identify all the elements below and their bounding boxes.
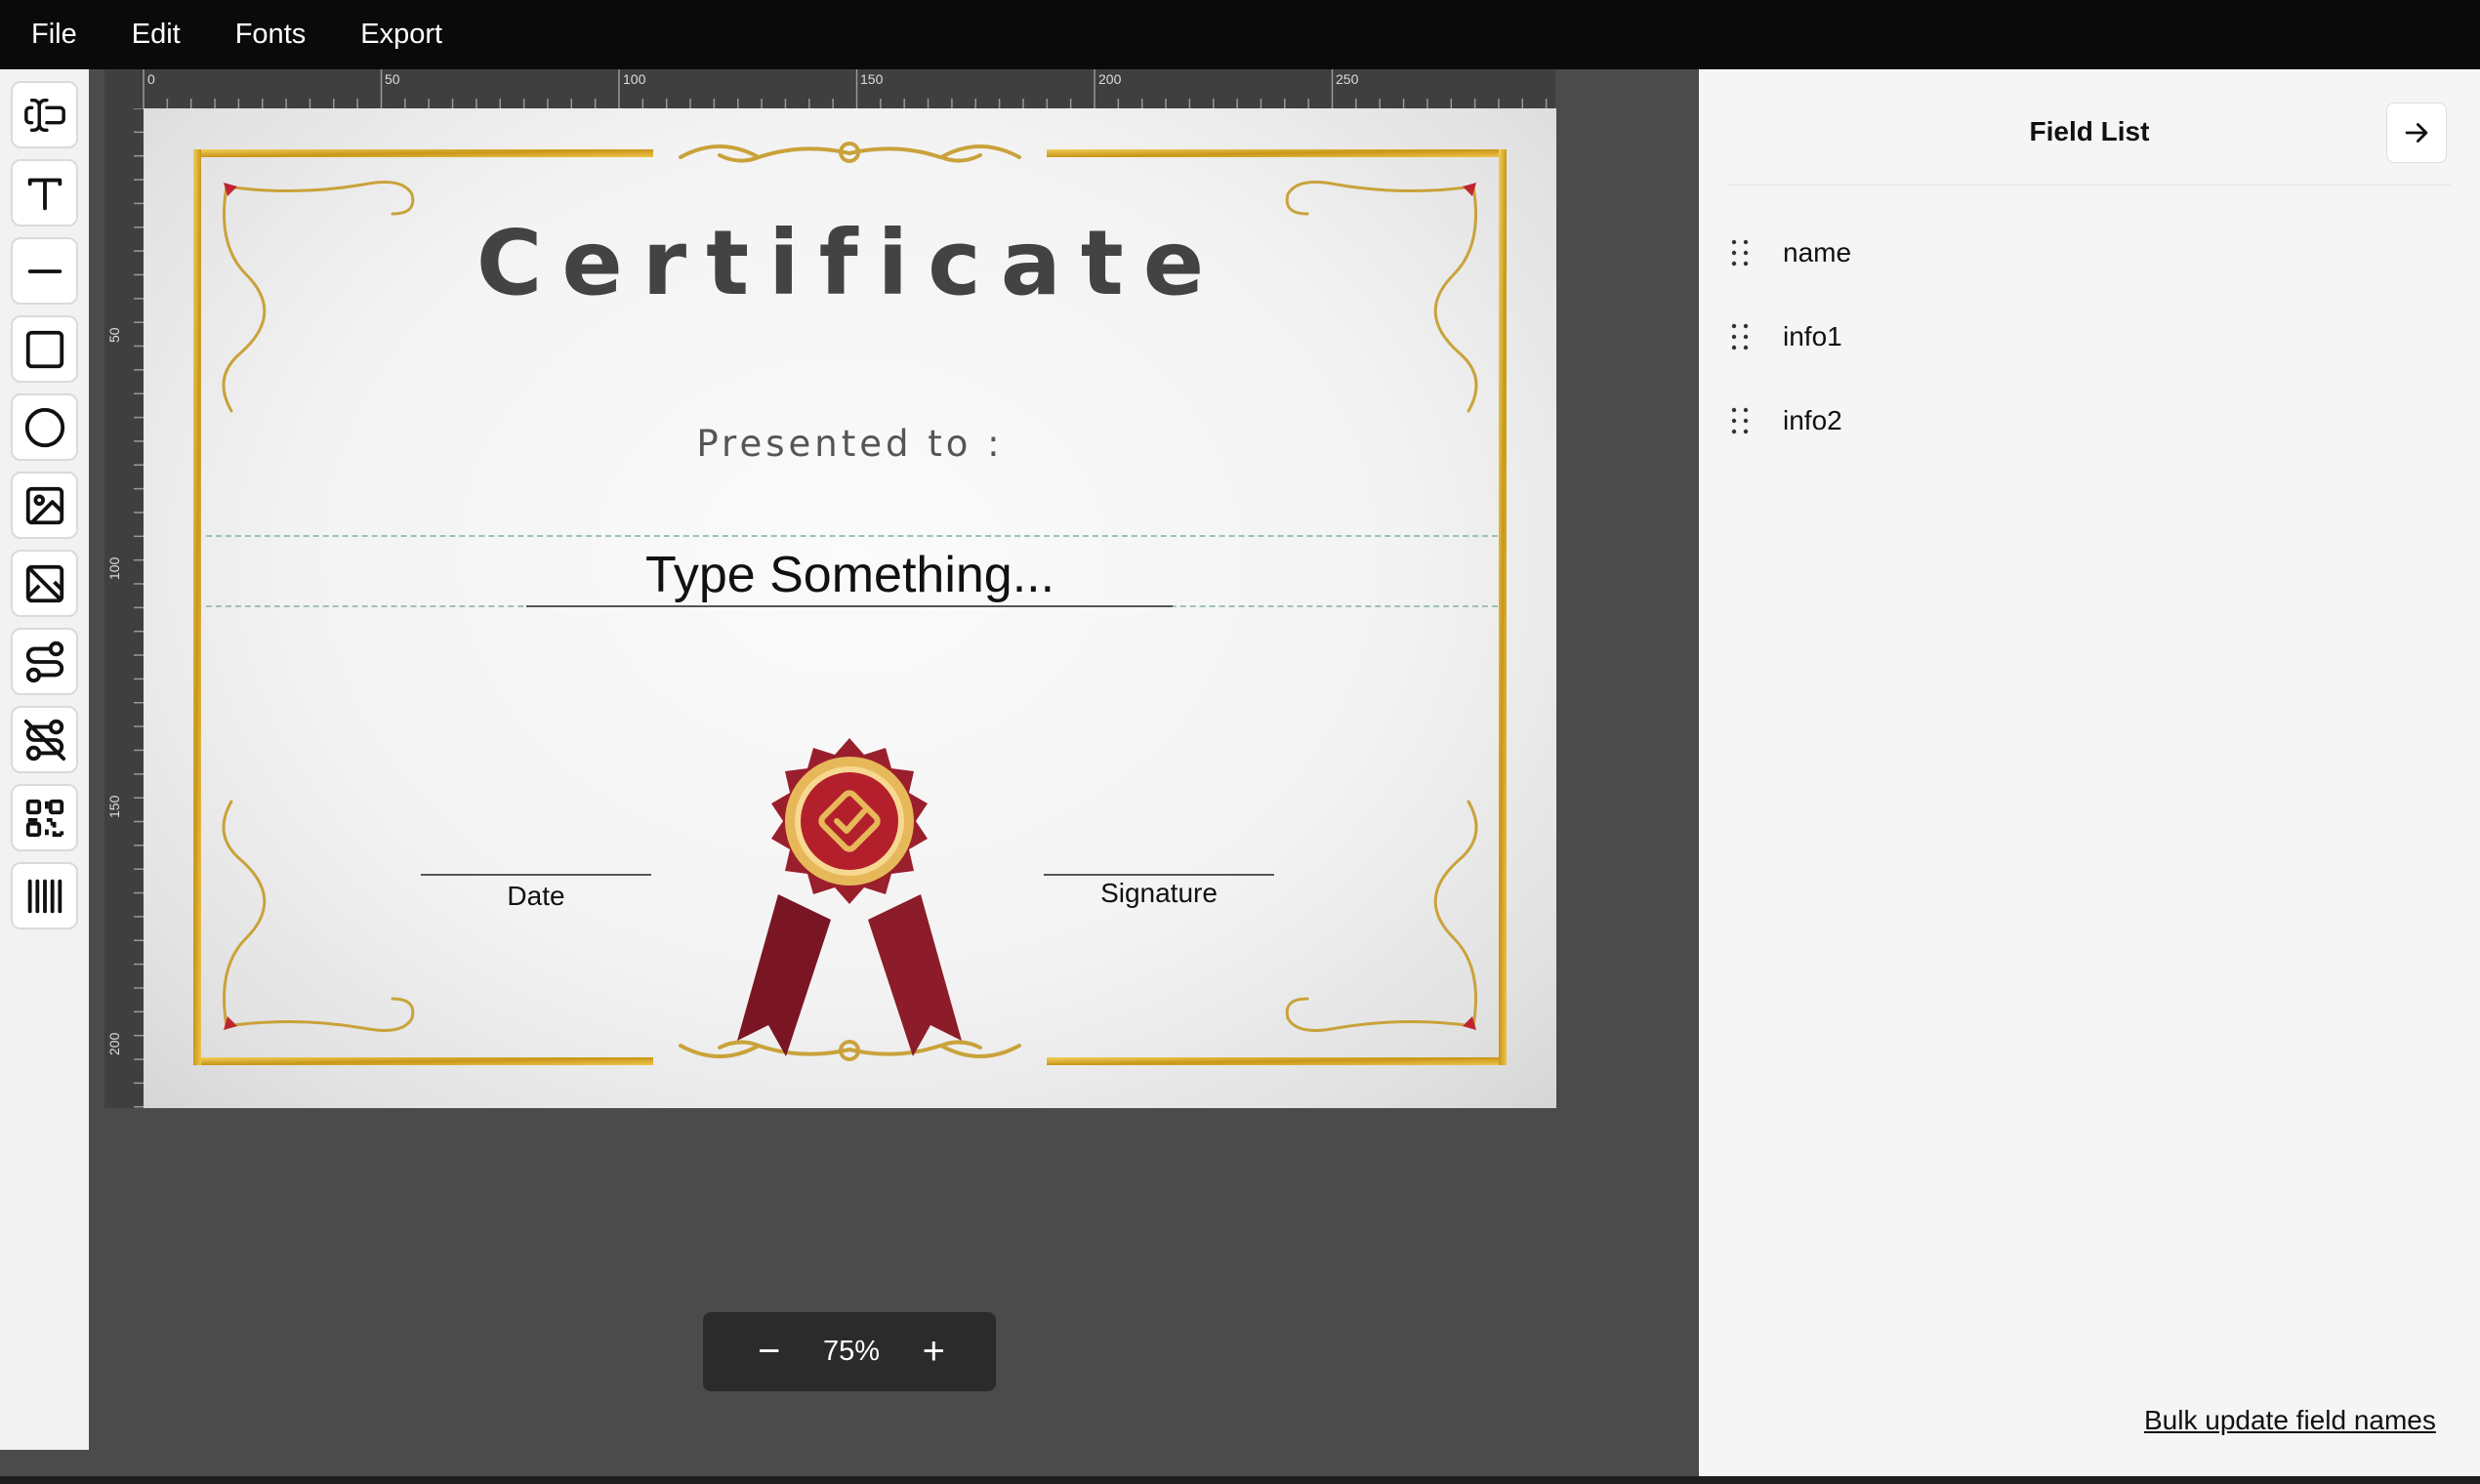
- tool-palette: [0, 69, 89, 1450]
- menu-bar: File Edit Fonts Export: [0, 0, 2480, 69]
- qr-code-tool-button[interactable]: [11, 784, 78, 851]
- ellipse-icon: [24, 407, 64, 447]
- ruler-label: 150: [860, 71, 884, 87]
- drag-handle-icon[interactable]: [1728, 238, 1752, 268]
- barcode-icon: [27, 879, 62, 913]
- drag-handle-icon[interactable]: [1728, 406, 1752, 435]
- barcode-tool-button[interactable]: [11, 862, 78, 929]
- text-field-icon: [23, 98, 65, 132]
- text-field-tool-button[interactable]: [11, 81, 78, 148]
- text-tool-button[interactable]: [11, 159, 78, 227]
- field-label: info2: [1783, 405, 1842, 435]
- rectangle-icon: [25, 330, 63, 368]
- ruler-label: 50: [106, 327, 122, 343]
- ruler-label: 0: [147, 71, 155, 87]
- certificate-canvas[interactable]: Certificate Presented to : Type Somethin…: [144, 108, 1556, 1108]
- route-off-tool-button[interactable]: [11, 706, 78, 773]
- award-seal: [737, 738, 962, 1056]
- menu-file[interactable]: File: [31, 19, 77, 51]
- vertical-ruler: 50 100 150 200: [104, 108, 144, 1108]
- line-tool-button[interactable]: [11, 237, 78, 305]
- svg-tool-button[interactable]: [11, 550, 78, 617]
- ruler-label: 100: [623, 71, 646, 87]
- collapse-panel-button[interactable]: [2386, 103, 2447, 163]
- field-item-name[interactable]: name: [1728, 237, 1851, 268]
- name-underline: [526, 605, 1173, 607]
- certificate-title: Certificate: [475, 211, 1224, 315]
- panel-divider: [1728, 185, 2451, 186]
- ruler-label: 50: [385, 71, 400, 87]
- qr-code-icon: [25, 799, 63, 837]
- menu-edit[interactable]: Edit: [132, 19, 181, 51]
- image-icon: [25, 486, 63, 524]
- menu-fonts[interactable]: Fonts: [235, 19, 307, 51]
- ruler-label: 200: [1098, 71, 1122, 87]
- date-line: [421, 874, 651, 876]
- zoom-out-button[interactable]: −: [758, 1330, 780, 1374]
- rectangle-tool-button[interactable]: [11, 315, 78, 383]
- zoom-in-button[interactable]: +: [923, 1330, 945, 1374]
- svg-icon: [25, 564, 63, 602]
- certificate-subtitle: Presented to :: [696, 423, 1004, 465]
- field-item-info1[interactable]: info1: [1728, 321, 1842, 352]
- field-item-info2[interactable]: info2: [1728, 405, 1842, 436]
- menu-export[interactable]: Export: [360, 19, 442, 51]
- text-icon: [27, 178, 62, 210]
- route-icon: [25, 640, 63, 682]
- bulk-update-link[interactable]: Bulk update field names: [2144, 1405, 2436, 1436]
- ellipse-tool-button[interactable]: [11, 393, 78, 461]
- name-field-text[interactable]: Type Something...: [144, 546, 1556, 604]
- signature-label: Signature: [1100, 878, 1218, 908]
- field-label: name: [1783, 237, 1852, 268]
- panel-title: Field List: [2029, 116, 2150, 146]
- signature-line: [1044, 874, 1274, 876]
- ruler-label: 100: [106, 556, 122, 580]
- line-icon: [27, 268, 62, 273]
- field-label: info1: [1783, 321, 1842, 351]
- bottom-strip: [0, 1476, 2480, 1484]
- field-list-panel: Field List name info1 info2 Bulk update …: [1699, 69, 2480, 1476]
- route-tool-button[interactable]: [11, 628, 78, 695]
- zoom-controls: − 75% +: [703, 1312, 996, 1391]
- zoom-level: 75%: [822, 1336, 881, 1367]
- image-tool-button[interactable]: [11, 472, 78, 539]
- route-off-icon: [23, 719, 65, 761]
- date-label: Date: [507, 881, 565, 911]
- ruler-label: 200: [106, 1032, 122, 1055]
- ruler-label: 250: [1336, 71, 1359, 87]
- horizontal-ruler: 0 50 100 150 200 250: [104, 69, 1555, 108]
- ruler-label: 150: [106, 795, 122, 818]
- arrow-right-icon: [2405, 123, 2428, 143]
- drag-handle-icon[interactable]: [1728, 322, 1752, 351]
